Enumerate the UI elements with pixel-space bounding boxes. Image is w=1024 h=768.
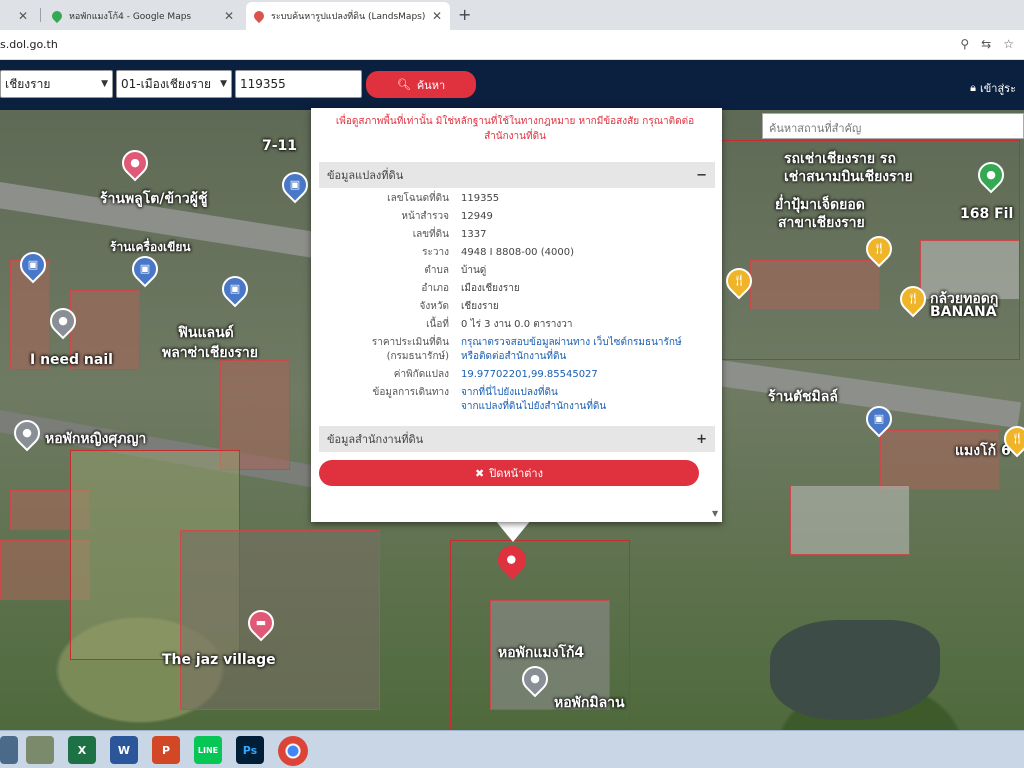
close-window-button[interactable]: ✖ ปิดหน้าต่าง	[319, 460, 699, 486]
map-label: 7-11	[262, 138, 298, 154]
map-label: I need nail	[30, 352, 113, 368]
tab-google-maps[interactable]: หอพักแมงโก้4 - Google Maps ✕	[44, 2, 242, 30]
parcel-row: เลขโฉนดที่ดิน 119355	[387, 193, 500, 204]
parcel-row: ตำบล บ้านดู่	[424, 265, 487, 276]
parcel-row: เลขที่ดิน 1337	[412, 229, 487, 240]
google-maps-favicon-icon	[49, 8, 65, 24]
district-select[interactable]: 01-เมืองเชียงราย ▼	[116, 70, 232, 98]
legal-warning-text: เพื่อดูสภาพพื้นที่เท่านั้น มิใช่หลักฐานท…	[335, 116, 695, 142]
section-title: ข้อมูลสำนักงานที่ดิน	[327, 433, 424, 446]
map-pond	[770, 620, 940, 720]
excel-icon[interactable]: X	[68, 736, 96, 764]
parcel-number-input[interactable]: 119355	[235, 70, 362, 98]
lock-icon: 🔒︎	[970, 81, 976, 94]
map-label: BANANA	[930, 304, 997, 320]
price-label-sub: (กรมธนารักษ์)	[386, 351, 449, 362]
tab-previous[interactable]: ✕	[0, 2, 36, 30]
map-label: หอพักหญิงศุภญา	[45, 431, 147, 447]
section-title: ข้อมูลแปลงที่ดิน	[327, 169, 404, 182]
chrome-icon[interactable]	[278, 736, 308, 766]
map-label: The jaz village	[162, 652, 276, 668]
directions-to-parcel-link[interactable]: จากที่นี่ไปยังแปลงที่ดิน	[461, 387, 558, 398]
map-label: เช่าสนามบินเชียงราย	[784, 169, 913, 185]
map-building	[790, 485, 910, 555]
photoshop-icon[interactable]: Ps	[236, 736, 264, 764]
expand-icon[interactable]: +	[696, 432, 707, 447]
map-label: หอพักแมงโก้4	[498, 645, 585, 661]
close-button-label: ปิดหน้าต่าง	[489, 467, 543, 480]
site-search-bar: เชียงราย ▼ 01-เมืองเชียงราย ▼ 119355 🔍︎ …	[0, 60, 1024, 110]
parcel-number-value: 119355	[240, 77, 286, 91]
url-text[interactable]: s.dol.go.th	[0, 38, 58, 51]
close-tab-icon[interactable]: ✕	[218, 9, 234, 23]
translate-icon[interactable]: ⇆	[981, 37, 991, 51]
district-value: 01-เมืองเชียงราย	[121, 76, 212, 91]
login-label: เข้าสู่ระ	[980, 82, 1016, 95]
restaurant-pin-icon[interactable]: ●	[116, 144, 154, 182]
line-icon[interactable]: LINE	[194, 736, 222, 764]
address-bar[interactable]: s.dol.go.th ⚲ ⇆ ☆	[0, 30, 1024, 60]
tab-title: ระบบค้นหารูปแปลงที่ดิน (LandsMaps)	[271, 12, 426, 22]
collapse-icon[interactable]: −	[696, 168, 707, 183]
landsmaps-favicon-icon	[251, 8, 267, 24]
search-button-label: ค้นหา	[416, 78, 446, 92]
treasury-website-link[interactable]: กรุณาตรวจสอบข้อมูลผ่านทาง เว็บไซต์กรมธนา…	[461, 337, 682, 348]
map-label: ร้านพลูโต/ข้าวผู้ชู้	[100, 191, 208, 207]
tab-landsmaps[interactable]: ระบบค้นหารูปแปลงที่ดิน (LandsMaps) ✕	[246, 2, 450, 30]
province-value: เชียงราย	[5, 76, 51, 91]
star-icon[interactable]: ☆	[1003, 37, 1014, 51]
word-icon[interactable]: W	[110, 736, 138, 764]
map-label: แมงโก้ 6	[955, 443, 1011, 459]
map-label: 168 Fil	[960, 206, 1014, 222]
windows-taskbar: X W P LINE Ps	[0, 730, 1024, 768]
tab-title: หอพักแมงโก้4 - Google Maps	[69, 12, 192, 22]
parcel-row: เนื้อที่ 0 ไร่ 3 งาน 0.0 ตารางวา	[426, 319, 573, 330]
search-button[interactable]: 🔍︎ ค้นหา	[366, 71, 476, 98]
map-building	[180, 530, 380, 710]
parcel-info-table: เลขโฉนดที่ดิน 119355 หน้าสำรวจ 12949 เลขที…	[319, 190, 715, 416]
parcel-row: ระวาง 4948 I 8808-00 (4000)	[422, 247, 574, 258]
close-icon: ✖	[475, 466, 485, 480]
map-label: สาขาเชียงราย	[778, 215, 865, 231]
location-icon[interactable]: ⚲	[960, 37, 969, 51]
map-label: ร้านเครื่องเขียน	[110, 240, 191, 254]
chevron-down-icon: ▼	[101, 79, 108, 89]
scroll-down-icon[interactable]: ▼	[712, 509, 718, 518]
parcel-info-popup: เพื่อดูสภาพพื้นที่เท่านั้น มิใช่หลักฐานท…	[311, 108, 722, 522]
price-row: ราคาประเมินที่ดิน (กรมธนารักษ์) กรุณาตรวจ…	[319, 336, 715, 364]
close-tab-icon[interactable]: ✕	[12, 9, 28, 23]
popup-scrollbar[interactable]: ▼	[712, 110, 720, 518]
shop-pin-icon[interactable]: ▣	[216, 270, 254, 308]
start-icon[interactable]	[0, 736, 18, 764]
price-label: ราคาประเมินที่ดิน	[371, 337, 449, 348]
map-label: พลาซ่าเชียงราย	[162, 345, 258, 361]
directions-row: ข้อมูลการเดินทาง จากที่นี่ไปยังแปลงที่ดิ…	[319, 386, 715, 414]
powerpoint-icon[interactable]: P	[152, 736, 180, 764]
close-tab-icon[interactable]: ✕	[426, 9, 442, 23]
province-select[interactable]: เชียงราย ▼	[0, 70, 113, 98]
map-label: ฟินแลนด์	[178, 325, 234, 341]
chevron-down-icon: ▼	[220, 79, 227, 89]
coordinate-link[interactable]: 19.97702201,99.85545027	[461, 366, 715, 384]
coordinate-row: ค่าพิกัดแปลง 19.97702201,99.85545027	[319, 366, 715, 384]
parcel-row: อำเภอ เมืองเชียงราย	[421, 283, 520, 294]
search-icon: 🔍︎	[396, 78, 411, 91]
directions-label: ข้อมูลการเดินทาง	[372, 387, 449, 398]
parcel-row: หน้าสำรวจ 12949	[401, 211, 493, 222]
contact-land-office-link[interactable]: หรือติดต่อสำนักงานที่ดิน	[461, 351, 566, 362]
browser-tab-bar: ✕ หอพักแมงโก้4 - Google Maps ✕ ระบบค้นหา…	[0, 0, 1024, 30]
directions-to-office-link[interactable]: จากแปลงที่ดินไปยังสำนักงานที่ดิน	[461, 401, 606, 412]
landmark-search-input[interactable]: ค้นหาสถานที่สำคัญ	[762, 113, 1024, 139]
parcel-info-section-header[interactable]: ข้อมูลแปลงที่ดิน −	[319, 162, 715, 188]
new-tab-button[interactable]: +	[458, 5, 471, 24]
popup-pointer	[495, 520, 531, 542]
map-label: ร้านตัชมิลล์	[768, 389, 838, 405]
photo-app-icon[interactable]	[26, 736, 54, 764]
shop-pin-icon[interactable]: ▣	[276, 166, 314, 204]
login-link[interactable]: 🔒︎ เข้าสู่ระ	[970, 79, 1016, 97]
land-office-section-header[interactable]: ข้อมูลสำนักงานที่ดิน +	[319, 426, 715, 452]
map-label: หอพักมิลาน	[554, 695, 625, 711]
parcel-row: จังหวัด เชียงราย	[419, 301, 499, 312]
